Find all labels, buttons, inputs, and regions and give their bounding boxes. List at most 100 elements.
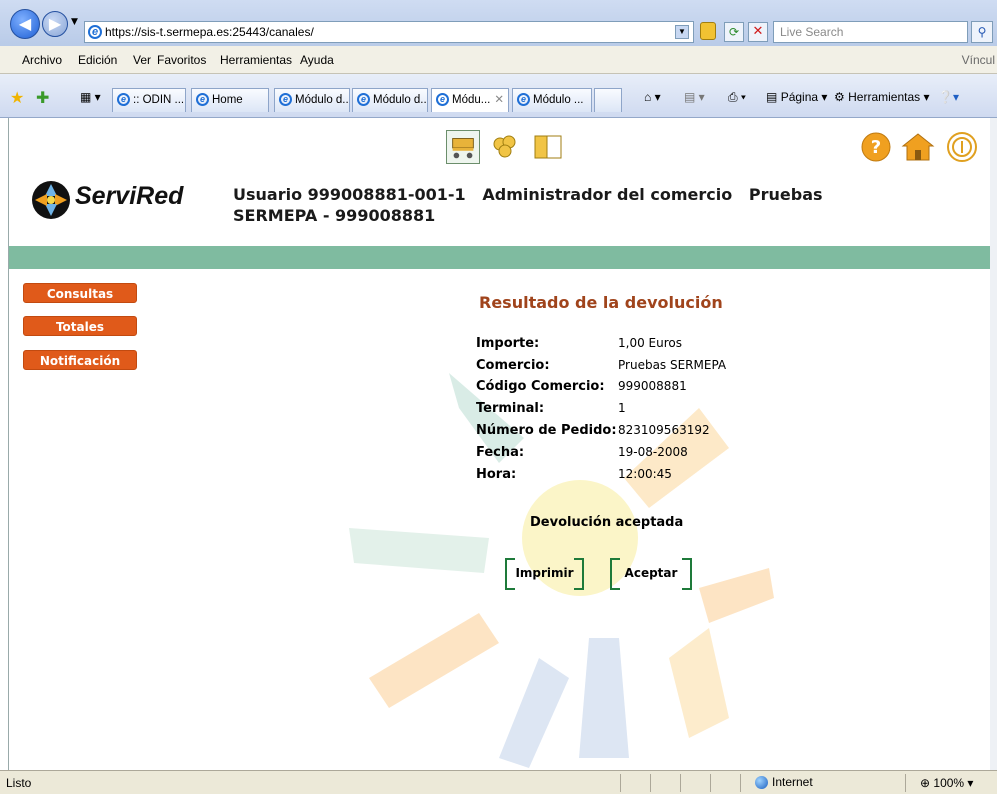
ie-page-icon: e xyxy=(88,25,102,39)
accept-button-label: Aceptar xyxy=(624,566,678,580)
field-value: Pruebas SERMEPA xyxy=(618,358,727,372)
status-message: Devolución aceptada xyxy=(530,515,684,530)
forward-button[interactable]: ▶ xyxy=(42,11,68,37)
accept-button[interactable]: Aceptar xyxy=(610,558,692,590)
user-info-line1: Usuario 999008881-001-1 Administrador de… xyxy=(233,185,823,204)
status-bar: Listo Internet ⊕ 100% ▾ xyxy=(0,770,997,794)
address-bar-row: ◀ ▶ ▼ e https://sis-t.sermepa.es:25443/c… xyxy=(0,0,997,46)
svg-text:?: ? xyxy=(871,137,881,158)
tab-label: :: ODIN ... xyxy=(133,94,185,106)
status-divider xyxy=(620,774,621,792)
user-info-line2: SERMEPA - 999008881 xyxy=(233,206,436,225)
page-doc-icon: ▤ xyxy=(766,90,778,104)
tab-modulo-3[interactable]: e Módulo ... xyxy=(512,88,592,112)
servired-logo-icon xyxy=(32,181,70,219)
ie-tab-icon: e xyxy=(436,93,449,106)
history-dropdown-icon[interactable]: ▼ xyxy=(71,17,78,27)
page-title: Resultado de la devolución xyxy=(479,293,723,312)
menu-bar: Archivo Edición Ver Favoritos Herramient… xyxy=(0,46,997,74)
print-button-label: Imprimir xyxy=(515,566,574,580)
bracket-right xyxy=(682,558,692,590)
home-icon[interactable] xyxy=(901,130,935,164)
field-value: 999008881 xyxy=(618,379,687,393)
page-menu[interactable]: ▤ Página ▾ xyxy=(766,90,827,104)
zoom-label: 100% xyxy=(933,776,965,790)
field-label: Número de Pedido: xyxy=(476,423,617,438)
status-divider xyxy=(710,774,711,792)
servired-logo: ServiRed xyxy=(31,180,191,222)
field-row: Importe: 1,00 Euros xyxy=(476,336,876,356)
book-icon[interactable] xyxy=(531,130,565,164)
back-button[interactable]: ◀ xyxy=(10,9,40,39)
print-toolbar-icon[interactable]: ⎙ ▾ xyxy=(728,90,746,105)
sidebar-item-totales[interactable]: Totales xyxy=(23,316,137,336)
search-icon[interactable]: ⚲ xyxy=(971,21,993,43)
tools-menu[interactable]: ⚙ Herramientas ▾ xyxy=(834,90,930,104)
info-icon[interactable] xyxy=(945,130,979,164)
refresh-icon[interactable]: ⟳ xyxy=(724,22,744,42)
quick-tabs-icon[interactable]: ▦ ▾ xyxy=(80,90,101,104)
status-divider xyxy=(740,774,741,792)
tab-label: Home xyxy=(212,94,243,106)
zone-label: Internet xyxy=(772,775,813,789)
security-zone[interactable]: Internet xyxy=(755,775,813,790)
user-info: Usuario 999008881-001-1 Administrador de… xyxy=(233,184,853,226)
menu-favoritos[interactable]: Favoritos xyxy=(157,53,206,67)
field-label: Terminal: xyxy=(476,401,545,416)
menu-edicion[interactable]: Edición xyxy=(78,53,117,67)
stop-icon[interactable]: ✕ xyxy=(748,22,768,42)
tab-label: Módulo d... xyxy=(373,94,428,106)
feeds-icon[interactable]: ▤ ▾ xyxy=(684,90,705,104)
tab-modulo-active[interactable]: e Módu... ✕ xyxy=(431,88,509,112)
sidebar-item-consultas[interactable]: Consultas xyxy=(23,283,137,303)
field-label: Fecha: xyxy=(476,445,525,460)
field-label: Hora: xyxy=(476,467,517,482)
field-row: Fecha: 19-08-2008 xyxy=(476,445,876,465)
menu-archivo[interactable]: Archivo xyxy=(22,53,62,67)
ie-tab-icon: e xyxy=(517,93,530,106)
help-icon[interactable]: ? xyxy=(859,130,893,164)
globe-icon xyxy=(755,776,768,790)
vertical-scrollbar[interactable] xyxy=(990,118,997,770)
sidebar-item-notificacion[interactable]: Notificación xyxy=(23,350,137,370)
print-button[interactable]: Imprimir xyxy=(505,558,584,590)
page-content: ? ServiRed Usuario 999008881-001-1 Admin… xyxy=(8,118,997,770)
field-value: 12:00:45 xyxy=(618,467,672,481)
ie-tab-icon: e xyxy=(357,93,370,106)
ie-tab-icon: e xyxy=(117,93,130,106)
status-divider xyxy=(680,774,681,792)
favorites-star-icon[interactable]: ★ xyxy=(10,88,24,108)
tab-modulo-2[interactable]: e Módulo d... xyxy=(352,88,428,112)
tab-odin[interactable]: e:: ODIN ... xyxy=(112,88,186,112)
tab-modulo-1[interactable]: e Módulo d... xyxy=(274,88,350,112)
logo-text: ServiRed xyxy=(75,182,184,210)
close-icon[interactable]: ✕ xyxy=(494,94,504,106)
header-band xyxy=(9,246,997,269)
bracket-right xyxy=(574,558,584,590)
add-favorite-icon[interactable]: ✚ xyxy=(36,88,49,108)
page-menu-label: Página xyxy=(780,90,819,104)
status-divider xyxy=(650,774,651,792)
zoom-control[interactable]: ⊕ 100% ▾ xyxy=(920,776,973,790)
bracket-left xyxy=(505,558,515,590)
menu-ver[interactable]: Ver xyxy=(133,53,151,67)
menu-herramientas[interactable]: Herramientas xyxy=(220,53,292,67)
bracket-left xyxy=(610,558,620,590)
lock-icon[interactable] xyxy=(700,22,716,40)
field-label: Comercio: xyxy=(476,358,550,373)
tab-home[interactable]: e Home xyxy=(191,88,269,112)
new-tab-button[interactable] xyxy=(594,88,622,112)
chevron-down-icon[interactable]: ▼ xyxy=(675,25,689,39)
menu-ayuda[interactable]: Ayuda xyxy=(300,53,334,67)
help-toolbar-icon[interactable]: ❔▾ xyxy=(938,90,959,104)
tab-label: Módulo ... xyxy=(533,94,584,106)
cart-icon[interactable] xyxy=(446,130,480,164)
field-value: 823109563192 xyxy=(618,423,710,437)
users-icon[interactable] xyxy=(489,130,523,164)
tab-label: Módulo d... xyxy=(295,94,350,106)
home-toolbar-icon[interactable]: ⌂ ▾ xyxy=(644,90,661,104)
links-label[interactable]: Víncul xyxy=(962,53,995,67)
search-input[interactable]: Live Search xyxy=(773,21,968,43)
field-value: 1 xyxy=(618,401,626,415)
address-input[interactable]: e https://sis-t.sermepa.es:25443/canales… xyxy=(84,21,694,43)
